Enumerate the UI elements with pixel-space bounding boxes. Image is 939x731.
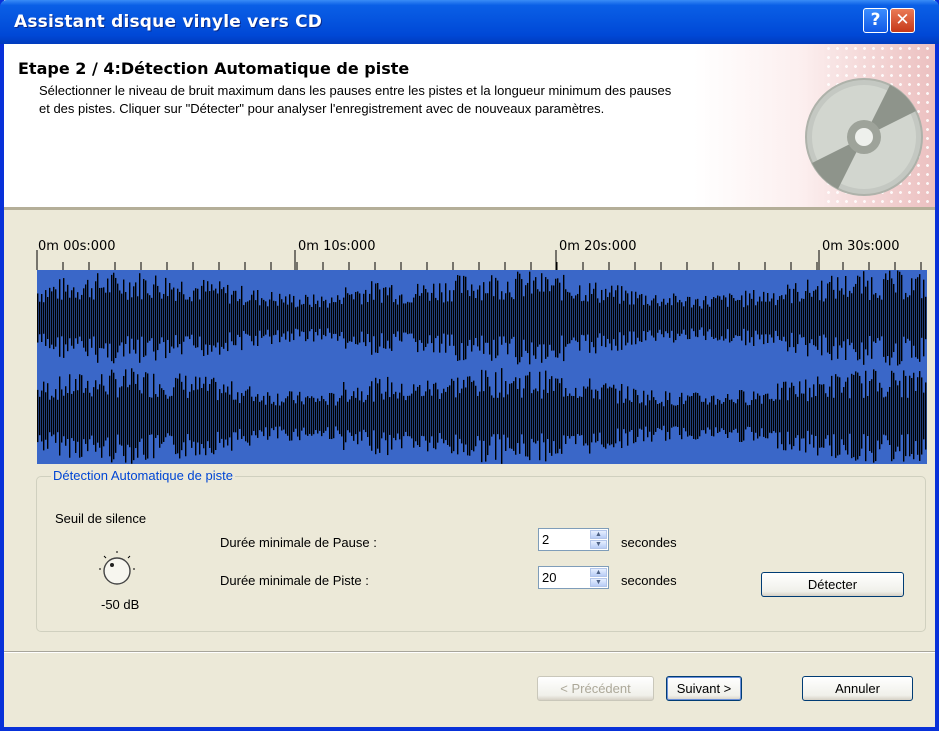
timeline-tick-30: 0m 30s:000 [822,239,900,254]
timeline-tick-20: 0m 20s:000 [559,239,637,254]
min-track-up-button[interactable]: ▲ [590,568,607,577]
min-track-spinner[interactable]: 20 ▲ ▼ [538,566,609,589]
previous-button[interactable]: < Précédent [537,676,654,701]
waveform-display[interactable] [37,270,927,464]
title-bar[interactable]: Assistant disque vinyle vers CD ? ✕ [0,0,939,44]
min-pause-down-button[interactable]: ▼ [590,540,607,549]
min-track-value[interactable]: 20 [542,570,556,585]
min-track-label: Durée minimale de Piste : [220,573,369,588]
min-pause-unit: secondes [621,535,677,550]
detection-group-label: Détection Automatique de piste [51,468,235,483]
next-button[interactable]: Suivant > [666,676,742,701]
footer-separator [4,651,935,653]
step-title: Etape 2 / 4:Détection Automatique de pis… [18,59,410,78]
detect-button[interactable]: Détecter [761,572,904,597]
silence-threshold-value: -50 dB [101,597,140,612]
min-pause-value[interactable]: 2 [542,532,549,547]
timeline-tick-10: 0m 10s:000 [298,239,376,254]
wizard-window: Assistant disque vinyle vers CD ? ✕ Etap… [0,0,939,731]
timeline-ruler: 0m 00s:000 0m 10s:000 0m 20s:000 0m 30s:… [36,236,926,270]
cd-icon [805,78,923,196]
min-pause-label: Durée minimale de Pause : [220,535,377,550]
silence-threshold-label: Seuil de silence [55,511,147,526]
min-pause-spinner[interactable]: 2 ▲ ▼ [538,528,609,551]
min-pause-up-button[interactable]: ▲ [590,530,607,539]
close-button[interactable]: ✕ [890,8,915,33]
timeline-tick-0: 0m 00s:000 [38,239,116,254]
window-title: Assistant disque vinyle vers CD [14,12,323,32]
cancel-button[interactable]: Annuler [802,676,913,701]
wizard-header: Etape 2 / 4:Détection Automatique de pis… [4,44,935,210]
ruler-ticks [36,250,922,270]
silence-threshold-knob[interactable] [97,547,137,591]
detection-group: Détection Automatique de piste Seuil de … [36,468,926,632]
help-button[interactable]: ? [863,8,888,33]
min-track-unit: secondes [621,573,677,588]
min-track-down-button[interactable]: ▼ [590,578,607,587]
step-description: Sélectionner le niveau de bruit maximum … [39,83,672,116]
